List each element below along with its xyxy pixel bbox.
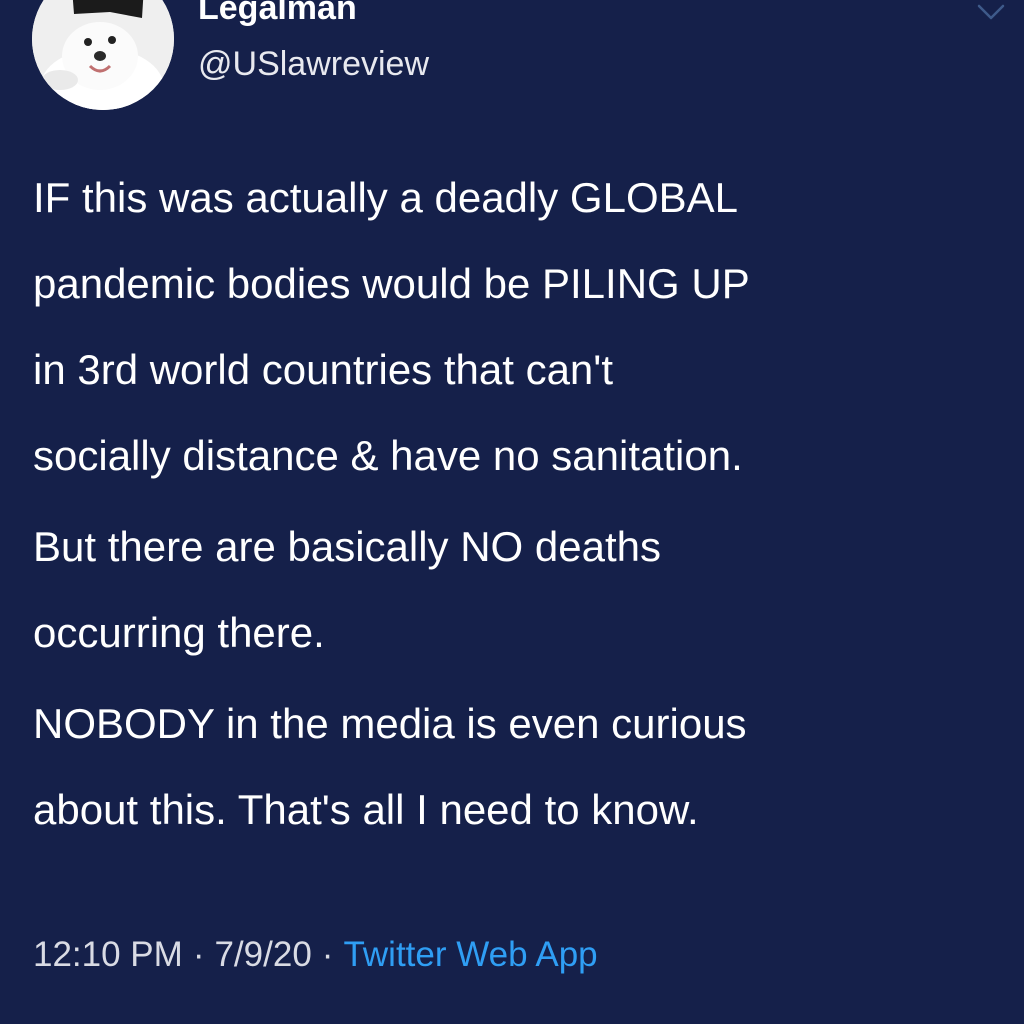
tweet-line: But there are basically NO deaths xyxy=(33,523,661,570)
tweet-line: socially distance & have no sanitation. xyxy=(33,432,743,479)
avatar[interactable] xyxy=(32,0,174,110)
tweet-line: occurring there. xyxy=(33,609,325,656)
tweet-line: pandemic bodies would be PILING UP xyxy=(33,260,750,307)
tweet-line: NOBODY in the media is even curious xyxy=(33,700,747,747)
tweet-text: IF this was actually a deadly GLOBAL pan… xyxy=(33,155,1008,853)
tweet-line: in 3rd world countries that can't xyxy=(33,346,613,393)
separator: · xyxy=(321,935,334,974)
tweet-line: IF this was actually a deadly GLOBAL xyxy=(33,174,738,221)
tweet-date[interactable]: 7/9/20 xyxy=(214,935,311,974)
user-handle[interactable]: @USlawreview xyxy=(198,42,429,86)
tweet-metadata: 12:10 PM · 7/9/20 · Twitter Web App xyxy=(33,932,598,978)
tweet-paragraph: But there are basically NO deaths occurr… xyxy=(33,504,1008,676)
display-name[interactable]: Legalman xyxy=(198,0,357,28)
separator: · xyxy=(192,935,205,974)
tweet-paragraph: NOBODY in the media is even curious abou… xyxy=(33,681,1008,853)
dog-avatar-icon xyxy=(32,0,174,110)
tweet-source-link[interactable]: Twitter Web App xyxy=(343,935,597,974)
tweet-card: Legalman @USlawreview IF this was actual… xyxy=(0,0,1024,1024)
tweet-paragraph: IF this was actually a deadly GLOBAL pan… xyxy=(33,155,1008,499)
chevron-down-icon[interactable] xyxy=(976,0,1006,24)
tweet-time[interactable]: 12:10 PM xyxy=(33,935,183,974)
tweet-line: about this. That's all I need to know. xyxy=(33,786,699,833)
